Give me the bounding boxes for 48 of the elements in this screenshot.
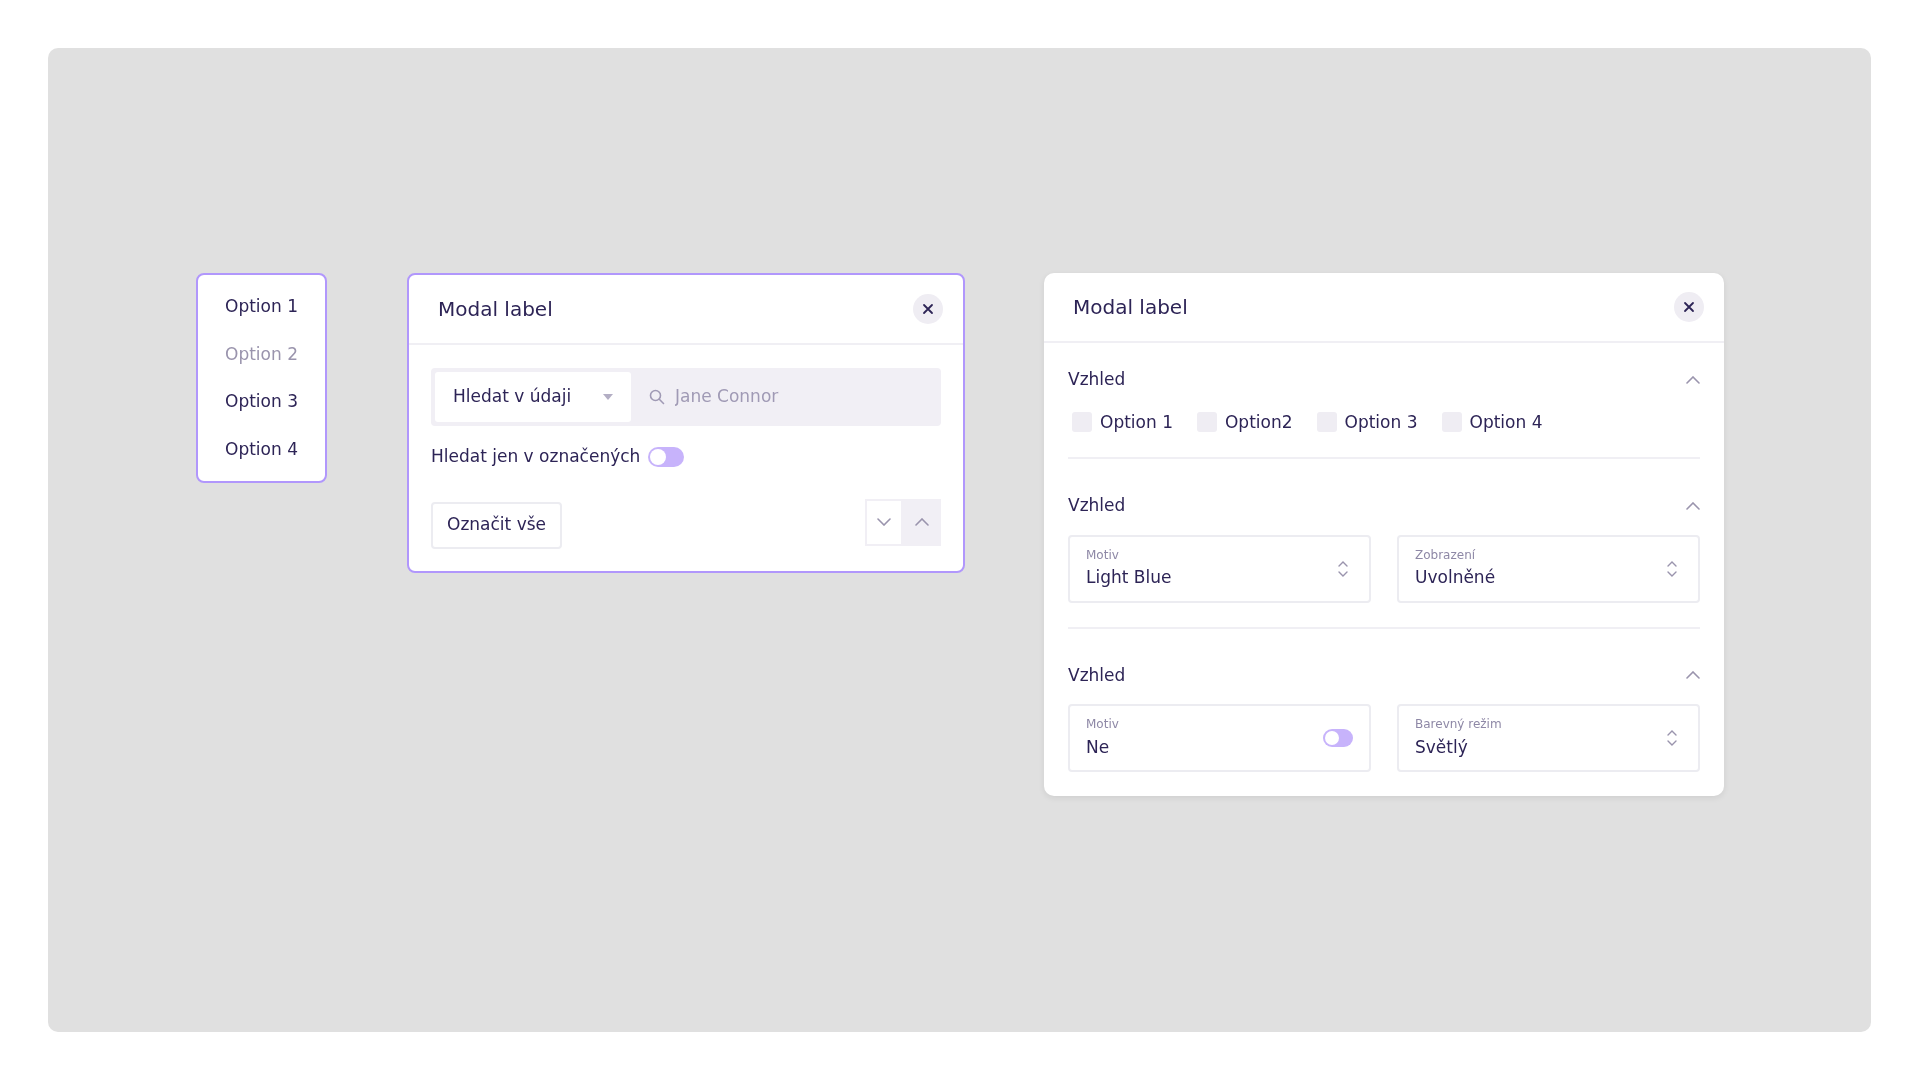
menu-item[interactable]: Option 3 [198, 378, 325, 426]
chevron-down-icon [877, 518, 891, 526]
field-label: Zobrazení [1415, 548, 1477, 563]
section-title: Vzhled [1068, 663, 1126, 687]
select-all-button[interactable]: Označit vše [431, 501, 562, 549]
chevron-up-icon [1686, 501, 1700, 510]
toggle-label: Hledat jen v označených [431, 445, 641, 468]
select-field[interactable]: Barevný režim Světlý [1397, 704, 1700, 772]
collapse-button[interactable] [1686, 501, 1700, 510]
checkbox-label: Option 4 [1469, 410, 1543, 434]
collapse-button[interactable] [1686, 671, 1700, 680]
previous-button[interactable] [903, 498, 941, 546]
modal-title: Modal label [1073, 295, 1188, 319]
checkbox-label: Option 3 [1344, 410, 1418, 434]
search-icon [649, 389, 665, 405]
close-icon [1683, 301, 1695, 313]
collapse-button[interactable] [1686, 375, 1700, 384]
checkbox-label: Option 1 [1100, 410, 1173, 434]
select-field[interactable]: Motiv Light Blue [1068, 534, 1371, 603]
field-value: Uvolněné [1415, 566, 1496, 589]
field-value: Light Blue [1086, 566, 1172, 589]
caret-icon [603, 394, 613, 400]
field-value: Světlý [1415, 735, 1469, 758]
scope-dropdown[interactable]: Hledat v údaji [435, 372, 631, 422]
field-label: Barevný režim [1415, 718, 1502, 732]
field-label: Motiv [1086, 718, 1119, 732]
close-icon [922, 303, 934, 315]
section-title: Vzhled [1068, 494, 1126, 517]
chevron-up-icon [1686, 671, 1700, 680]
modal-title: Modal label [438, 297, 553, 321]
field-label: Motiv [1086, 548, 1120, 563]
chevron-up-icon [1686, 375, 1700, 384]
section-title: Vzhled [1068, 368, 1126, 391]
toggle-field[interactable]: Motiv Ne [1068, 704, 1371, 772]
select-field[interactable]: Zobrazení Uvolněné [1397, 534, 1700, 603]
sort-arrows-icon [1666, 729, 1678, 747]
menu-item[interactable]: Option 4 [198, 425, 325, 473]
menu-item[interactable]: Option 1 [198, 283, 325, 331]
close-button[interactable] [1674, 292, 1704, 322]
sort-arrows-icon [1337, 559, 1349, 578]
next-button[interactable] [865, 498, 903, 546]
chevron-up-icon [915, 518, 929, 526]
close-button[interactable] [913, 294, 943, 324]
sort-arrows-icon [1666, 559, 1678, 578]
toggle-switch[interactable] [648, 446, 685, 467]
toggle-switch[interactable] [1323, 729, 1353, 747]
checkbox-label: Option2 [1224, 410, 1293, 434]
field-value: Ne [1086, 735, 1111, 758]
